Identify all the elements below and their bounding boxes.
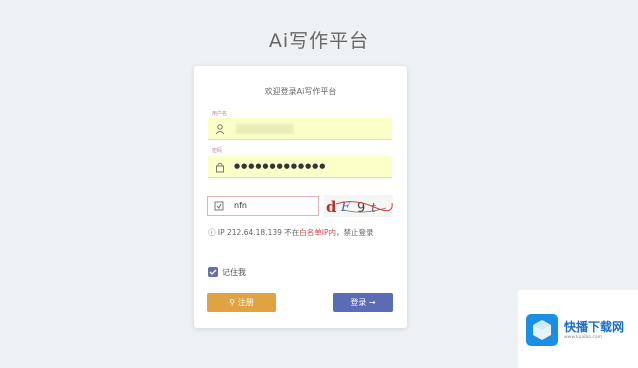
lock-icon xyxy=(216,162,224,173)
shield-icon xyxy=(214,201,224,211)
username-field[interactable] xyxy=(208,118,392,140)
username-label: 用户名 xyxy=(212,111,228,117)
watermark-logo-icon xyxy=(526,314,558,346)
login-button[interactable]: 登录 → xyxy=(333,293,393,312)
password-value: ●●●●●●●●●●●●● xyxy=(234,162,327,170)
remember-label: 记住我 xyxy=(222,268,246,277)
page-title: Ai写作平台 xyxy=(268,30,370,52)
watermark-title: 快播下载网 xyxy=(564,320,625,334)
watermark: 快播下载网 www.kuaibo.com xyxy=(518,290,638,368)
user-icon xyxy=(215,124,225,135)
login-welcome-text: 欢迎登录Ai写作平台 xyxy=(264,87,337,96)
svg-text:d: d xyxy=(326,198,337,216)
captcha-value: nfn xyxy=(234,201,247,210)
login-card: 欢迎登录Ai写作平台 用户名 密码 ●●●●●●●●●●●●● nfn d F … xyxy=(194,66,407,328)
captcha-graphic: d F 9 t xyxy=(326,198,393,216)
ip-warning: 白名单IP内 xyxy=(299,228,336,237)
svg-text:t: t xyxy=(371,201,377,216)
checkbox-checked-icon[interactable] xyxy=(208,267,218,277)
password-field[interactable]: ●●●●●●●●●●●●● xyxy=(208,156,392,178)
user-plus-icon: ⚲ xyxy=(229,298,238,307)
watermark-subtitle: www.kuaibo.com xyxy=(564,335,602,340)
register-button[interactable]: ⚲ 注册 xyxy=(207,293,276,312)
ip-notice: ⓘ IP 212.64.18.139 不在白名单IP内，禁止登录 xyxy=(208,228,374,237)
username-value xyxy=(236,124,294,134)
captcha-image[interactable]: d F 9 t xyxy=(324,195,393,217)
captcha-field[interactable]: nfn xyxy=(207,196,319,216)
info-icon: ⓘ xyxy=(208,228,218,237)
password-label: 密码 xyxy=(212,148,223,154)
